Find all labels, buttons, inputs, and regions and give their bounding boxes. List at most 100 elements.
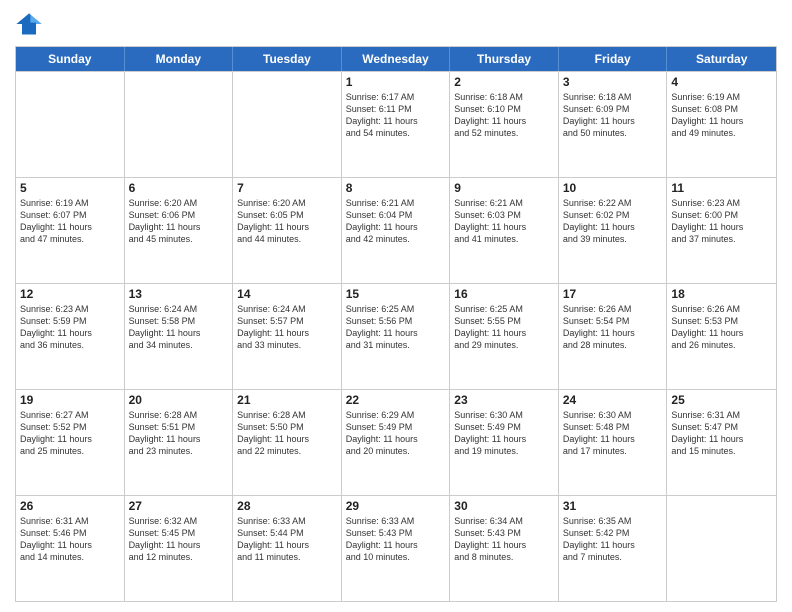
day-number: 31 [563,499,663,513]
day-number: 3 [563,75,663,89]
day-number: 13 [129,287,229,301]
day-cell-31: 31 Sunrise: 6:35 AM Sunset: 5:42 PM Dayli… [559,496,668,601]
day-number: 1 [346,75,446,89]
header-day-sunday: Sunday [16,47,125,71]
day-cell-27: 27 Sunrise: 6:32 AM Sunset: 5:45 PM Dayli… [125,496,234,601]
day-info: Sunrise: 6:20 AM Sunset: 6:05 PM Dayligh… [237,197,337,246]
day-number: 30 [454,499,554,513]
day-cell-16: 16 Sunrise: 6:25 AM Sunset: 5:55 PM Dayli… [450,284,559,389]
day-number: 24 [563,393,663,407]
day-number: 10 [563,181,663,195]
day-cell-9: 9Sunrise: 6:21 AM Sunset: 6:03 PM Daylig… [450,178,559,283]
day-cell-12: 12 Sunrise: 6:23 AM Sunset: 5:59 PM Dayli… [16,284,125,389]
day-cell-5: 5 Sunrise: 6:19 AM Sunset: 6:07 PM Daylig… [16,178,125,283]
day-cell-8: 8Sunrise: 6:21 AM Sunset: 6:04 PM Daylig… [342,178,451,283]
day-number: 11 [671,181,772,195]
day-info: Sunrise: 6:30 AM Sunset: 5:49 PM Dayligh… [454,409,554,458]
day-info: Sunrise: 6:31 AM Sunset: 5:46 PM Dayligh… [20,515,120,564]
day-info: Sunrise: 6:27 AM Sunset: 5:52 PM Dayligh… [20,409,120,458]
day-cell-13: 13 Sunrise: 6:24 AM Sunset: 5:58 PM Dayli… [125,284,234,389]
day-cell-4: 4 Sunrise: 6:19 AM Sunset: 6:08 PM Daylig… [667,72,776,177]
calendar-row-1: 5 Sunrise: 6:19 AM Sunset: 6:07 PM Daylig… [16,177,776,283]
day-info: Sunrise: 6:32 AM Sunset: 5:45 PM Dayligh… [129,515,229,564]
day-cell-28: 28 Sunrise: 6:33 AM Sunset: 5:44 PM Dayli… [233,496,342,601]
day-info: Sunrise: 6:33 AM Sunset: 5:43 PM Dayligh… [346,515,446,564]
day-number: 7 [237,181,337,195]
calendar-row-2: 12 Sunrise: 6:23 AM Sunset: 5:59 PM Dayli… [16,283,776,389]
day-info: Sunrise: 6:30 AM Sunset: 5:48 PM Dayligh… [563,409,663,458]
header [15,10,777,38]
day-cell-19: 19 Sunrise: 6:27 AM Sunset: 5:52 PM Dayli… [16,390,125,495]
header-day-monday: Monday [125,47,234,71]
day-cell-25: 25Sunrise: 6:31 AM Sunset: 5:47 PM Dayli… [667,390,776,495]
day-number: 28 [237,499,337,513]
day-number: 12 [20,287,120,301]
day-info: Sunrise: 6:24 AM Sunset: 5:58 PM Dayligh… [129,303,229,352]
calendar: SundayMondayTuesdayWednesdayThursdayFrid… [15,46,777,602]
day-cell-29: 29 Sunrise: 6:33 AM Sunset: 5:43 PM Dayli… [342,496,451,601]
day-number: 14 [237,287,337,301]
day-cell-18: 18 Sunrise: 6:26 AM Sunset: 5:53 PM Dayli… [667,284,776,389]
day-cell-24: 24 Sunrise: 6:30 AM Sunset: 5:48 PM Dayli… [559,390,668,495]
calendar-body: 1Sunrise: 6:17 AM Sunset: 6:11 PM Daylig… [16,71,776,601]
day-info: Sunrise: 6:18 AM Sunset: 6:09 PM Dayligh… [563,91,663,140]
day-info: Sunrise: 6:35 AM Sunset: 5:42 PM Dayligh… [563,515,663,564]
logo [15,10,45,38]
day-number: 16 [454,287,554,301]
day-number: 22 [346,393,446,407]
day-number: 2 [454,75,554,89]
day-cell-17: 17 Sunrise: 6:26 AM Sunset: 5:54 PM Dayli… [559,284,668,389]
day-info: Sunrise: 6:33 AM Sunset: 5:44 PM Dayligh… [237,515,337,564]
day-info: Sunrise: 6:19 AM Sunset: 6:07 PM Dayligh… [20,197,120,246]
empty-cell-4-6 [667,496,776,601]
day-info: Sunrise: 6:28 AM Sunset: 5:50 PM Dayligh… [237,409,337,458]
day-info: Sunrise: 6:23 AM Sunset: 5:59 PM Dayligh… [20,303,120,352]
day-info: Sunrise: 6:25 AM Sunset: 5:55 PM Dayligh… [454,303,554,352]
day-number: 27 [129,499,229,513]
empty-cell-0-2 [233,72,342,177]
day-number: 17 [563,287,663,301]
day-info: Sunrise: 6:26 AM Sunset: 5:53 PM Dayligh… [671,303,772,352]
empty-cell-0-0 [16,72,125,177]
day-info: Sunrise: 6:24 AM Sunset: 5:57 PM Dayligh… [237,303,337,352]
header-day-tuesday: Tuesday [233,47,342,71]
calendar-row-0: 1Sunrise: 6:17 AM Sunset: 6:11 PM Daylig… [16,71,776,177]
day-number: 8 [346,181,446,195]
calendar-header: SundayMondayTuesdayWednesdayThursdayFrid… [16,47,776,71]
day-number: 18 [671,287,772,301]
day-cell-7: 7 Sunrise: 6:20 AM Sunset: 6:05 PM Daylig… [233,178,342,283]
day-number: 26 [20,499,120,513]
day-cell-22: 22 Sunrise: 6:29 AM Sunset: 5:49 PM Dayli… [342,390,451,495]
header-day-thursday: Thursday [450,47,559,71]
calendar-row-3: 19 Sunrise: 6:27 AM Sunset: 5:52 PM Dayli… [16,389,776,495]
day-number: 15 [346,287,446,301]
day-info: Sunrise: 6:29 AM Sunset: 5:49 PM Dayligh… [346,409,446,458]
day-number: 19 [20,393,120,407]
page: SundayMondayTuesdayWednesdayThursdayFrid… [0,0,792,612]
day-cell-3: 3 Sunrise: 6:18 AM Sunset: 6:09 PM Daylig… [559,72,668,177]
day-number: 25 [671,393,772,407]
day-cell-20: 20Sunrise: 6:28 AM Sunset: 5:51 PM Dayli… [125,390,234,495]
day-number: 21 [237,393,337,407]
day-info: Sunrise: 6:21 AM Sunset: 6:03 PM Dayligh… [454,197,554,246]
day-cell-2: 2Sunrise: 6:18 AM Sunset: 6:10 PM Daylig… [450,72,559,177]
day-cell-1: 1Sunrise: 6:17 AM Sunset: 6:11 PM Daylig… [342,72,451,177]
day-number: 4 [671,75,772,89]
day-cell-14: 14 Sunrise: 6:24 AM Sunset: 5:57 PM Dayli… [233,284,342,389]
day-info: Sunrise: 6:23 AM Sunset: 6:00 PM Dayligh… [671,197,772,246]
empty-cell-0-1 [125,72,234,177]
header-day-saturday: Saturday [667,47,776,71]
day-cell-26: 26 Sunrise: 6:31 AM Sunset: 5:46 PM Dayli… [16,496,125,601]
day-info: Sunrise: 6:26 AM Sunset: 5:54 PM Dayligh… [563,303,663,352]
day-number: 6 [129,181,229,195]
day-cell-11: 11 Sunrise: 6:23 AM Sunset: 6:00 PM Dayli… [667,178,776,283]
day-info: Sunrise: 6:25 AM Sunset: 5:56 PM Dayligh… [346,303,446,352]
day-cell-10: 10 Sunrise: 6:22 AM Sunset: 6:02 PM Dayli… [559,178,668,283]
day-number: 29 [346,499,446,513]
header-day-friday: Friday [559,47,668,71]
day-info: Sunrise: 6:22 AM Sunset: 6:02 PM Dayligh… [563,197,663,246]
day-info: Sunrise: 6:19 AM Sunset: 6:08 PM Dayligh… [671,91,772,140]
calendar-row-4: 26 Sunrise: 6:31 AM Sunset: 5:46 PM Dayli… [16,495,776,601]
day-info: Sunrise: 6:20 AM Sunset: 6:06 PM Dayligh… [129,197,229,246]
day-number: 5 [20,181,120,195]
